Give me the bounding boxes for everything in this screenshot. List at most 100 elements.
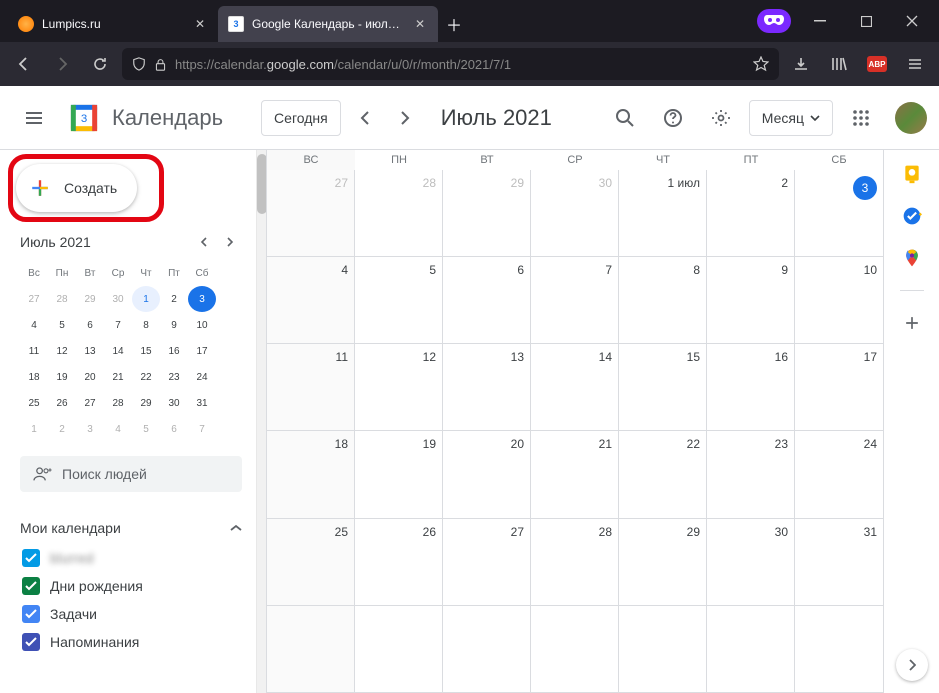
account-avatar[interactable] (895, 102, 927, 134)
grid-day[interactable] (707, 606, 795, 692)
checkbox[interactable] (22, 605, 40, 623)
calendar-item[interactable]: Дни рождения (20, 572, 242, 600)
grid-day[interactable]: 20 (443, 431, 531, 517)
mini-day[interactable]: 30 (160, 390, 188, 416)
grid-day[interactable]: 19 (355, 431, 443, 517)
checkbox[interactable] (22, 577, 40, 595)
grid-day[interactable]: 15 (619, 344, 707, 430)
grid-day[interactable]: 25 (267, 519, 355, 605)
grid-day[interactable]: 9 (707, 257, 795, 343)
grid-day[interactable] (619, 606, 707, 692)
next-month-button[interactable] (389, 102, 421, 134)
tab-google-calendar[interactable]: 3 Google Календарь - июль 2021 ✕ (218, 6, 438, 42)
grid-day[interactable]: 6 (443, 257, 531, 343)
grid-day[interactable]: 16 (707, 344, 795, 430)
tab-lumpics[interactable]: Lumpics.ru ✕ (8, 6, 218, 42)
close-window-button[interactable] (889, 0, 935, 42)
sidebar-scrollbar[interactable] (256, 150, 266, 693)
mini-day[interactable]: 20 (76, 364, 104, 390)
downloads-button[interactable] (785, 48, 817, 80)
grid-day[interactable]: 4 (267, 257, 355, 343)
mini-day[interactable]: 24 (188, 364, 216, 390)
mini-day[interactable]: 12 (48, 338, 76, 364)
calendar-item[interactable]: blurred (20, 544, 242, 572)
mini-day[interactable]: 26 (48, 390, 76, 416)
mini-day[interactable]: 16 (160, 338, 188, 364)
help-button[interactable] (653, 98, 693, 138)
reload-button[interactable] (84, 48, 116, 80)
mini-day[interactable]: 10 (188, 312, 216, 338)
grid-day[interactable]: 27 (267, 170, 355, 256)
mini-day[interactable]: 21 (104, 364, 132, 390)
mini-day[interactable]: 31 (188, 390, 216, 416)
prev-month-button[interactable] (349, 102, 381, 134)
grid-day[interactable]: 21 (531, 431, 619, 517)
collapse-panel-button[interactable] (896, 649, 928, 681)
mini-next-button[interactable] (218, 230, 242, 254)
grid-day[interactable] (795, 606, 883, 692)
keep-icon[interactable] (902, 164, 922, 184)
mini-day[interactable]: 13 (76, 338, 104, 364)
today-button[interactable]: Сегодня (261, 100, 341, 136)
grid-day[interactable] (355, 606, 443, 692)
mini-day[interactable]: 1 (132, 286, 160, 312)
abp-icon[interactable]: ABP (861, 48, 893, 80)
calendar-item[interactable]: Задачи (20, 600, 242, 628)
maximize-button[interactable] (843, 0, 889, 42)
mini-day[interactable]: 23 (160, 364, 188, 390)
grid-day[interactable]: 5 (355, 257, 443, 343)
grid-day[interactable]: 17 (795, 344, 883, 430)
grid-day[interactable]: 24 (795, 431, 883, 517)
grid-day[interactable]: 14 (531, 344, 619, 430)
grid-day[interactable]: 30 (707, 519, 795, 605)
mini-day[interactable]: 27 (76, 390, 104, 416)
mini-day[interactable]: 6 (76, 312, 104, 338)
grid-day[interactable] (267, 606, 355, 692)
mini-day[interactable]: 30 (104, 286, 132, 312)
mini-day[interactable]: 5 (48, 312, 76, 338)
mini-day[interactable]: 27 (20, 286, 48, 312)
mini-day[interactable]: 7 (188, 416, 216, 442)
grid-day[interactable]: 30 (531, 170, 619, 256)
mini-day[interactable]: 7 (104, 312, 132, 338)
mini-day[interactable]: 1 (20, 416, 48, 442)
checkbox[interactable] (22, 549, 40, 567)
mini-day[interactable]: 14 (104, 338, 132, 364)
calendar-item[interactable]: Напоминания (20, 628, 242, 656)
settings-button[interactable] (701, 98, 741, 138)
maps-icon[interactable] (902, 248, 922, 268)
mini-day[interactable]: 6 (160, 416, 188, 442)
grid-day[interactable]: 10 (795, 257, 883, 343)
grid-day[interactable]: 27 (443, 519, 531, 605)
back-button[interactable] (8, 48, 40, 80)
view-selector[interactable]: Месяц (749, 100, 833, 136)
hamburger-button[interactable] (12, 96, 56, 140)
grid-day[interactable]: 8 (619, 257, 707, 343)
grid-day[interactable]: 18 (267, 431, 355, 517)
mini-day[interactable]: 5 (132, 416, 160, 442)
grid-day[interactable]: 28 (355, 170, 443, 256)
mini-day[interactable]: 9 (160, 312, 188, 338)
mini-day[interactable]: 3 (188, 286, 216, 312)
mini-day[interactable]: 8 (132, 312, 160, 338)
grid-day[interactable]: 29 (619, 519, 707, 605)
forward-button[interactable] (46, 48, 78, 80)
new-tab-button[interactable]: ＋ (438, 6, 470, 42)
grid-day[interactable]: 2 (707, 170, 795, 256)
mini-day[interactable]: 11 (20, 338, 48, 364)
grid-day[interactable]: 1 июл (619, 170, 707, 256)
grid-day[interactable]: 22 (619, 431, 707, 517)
grid-day[interactable]: 12 (355, 344, 443, 430)
checkbox[interactable] (22, 633, 40, 651)
mini-day[interactable]: 4 (104, 416, 132, 442)
mini-day[interactable]: 4 (20, 312, 48, 338)
mini-day[interactable]: 2 (160, 286, 188, 312)
grid-day[interactable]: 29 (443, 170, 531, 256)
people-search[interactable]: Поиск людей (20, 456, 242, 492)
mini-day[interactable]: 15 (132, 338, 160, 364)
mini-prev-button[interactable] (192, 230, 216, 254)
mini-day[interactable]: 22 (132, 364, 160, 390)
mini-day[interactable]: 18 (20, 364, 48, 390)
search-button[interactable] (605, 98, 645, 138)
section-toggle[interactable]: Мои календари (20, 512, 242, 544)
